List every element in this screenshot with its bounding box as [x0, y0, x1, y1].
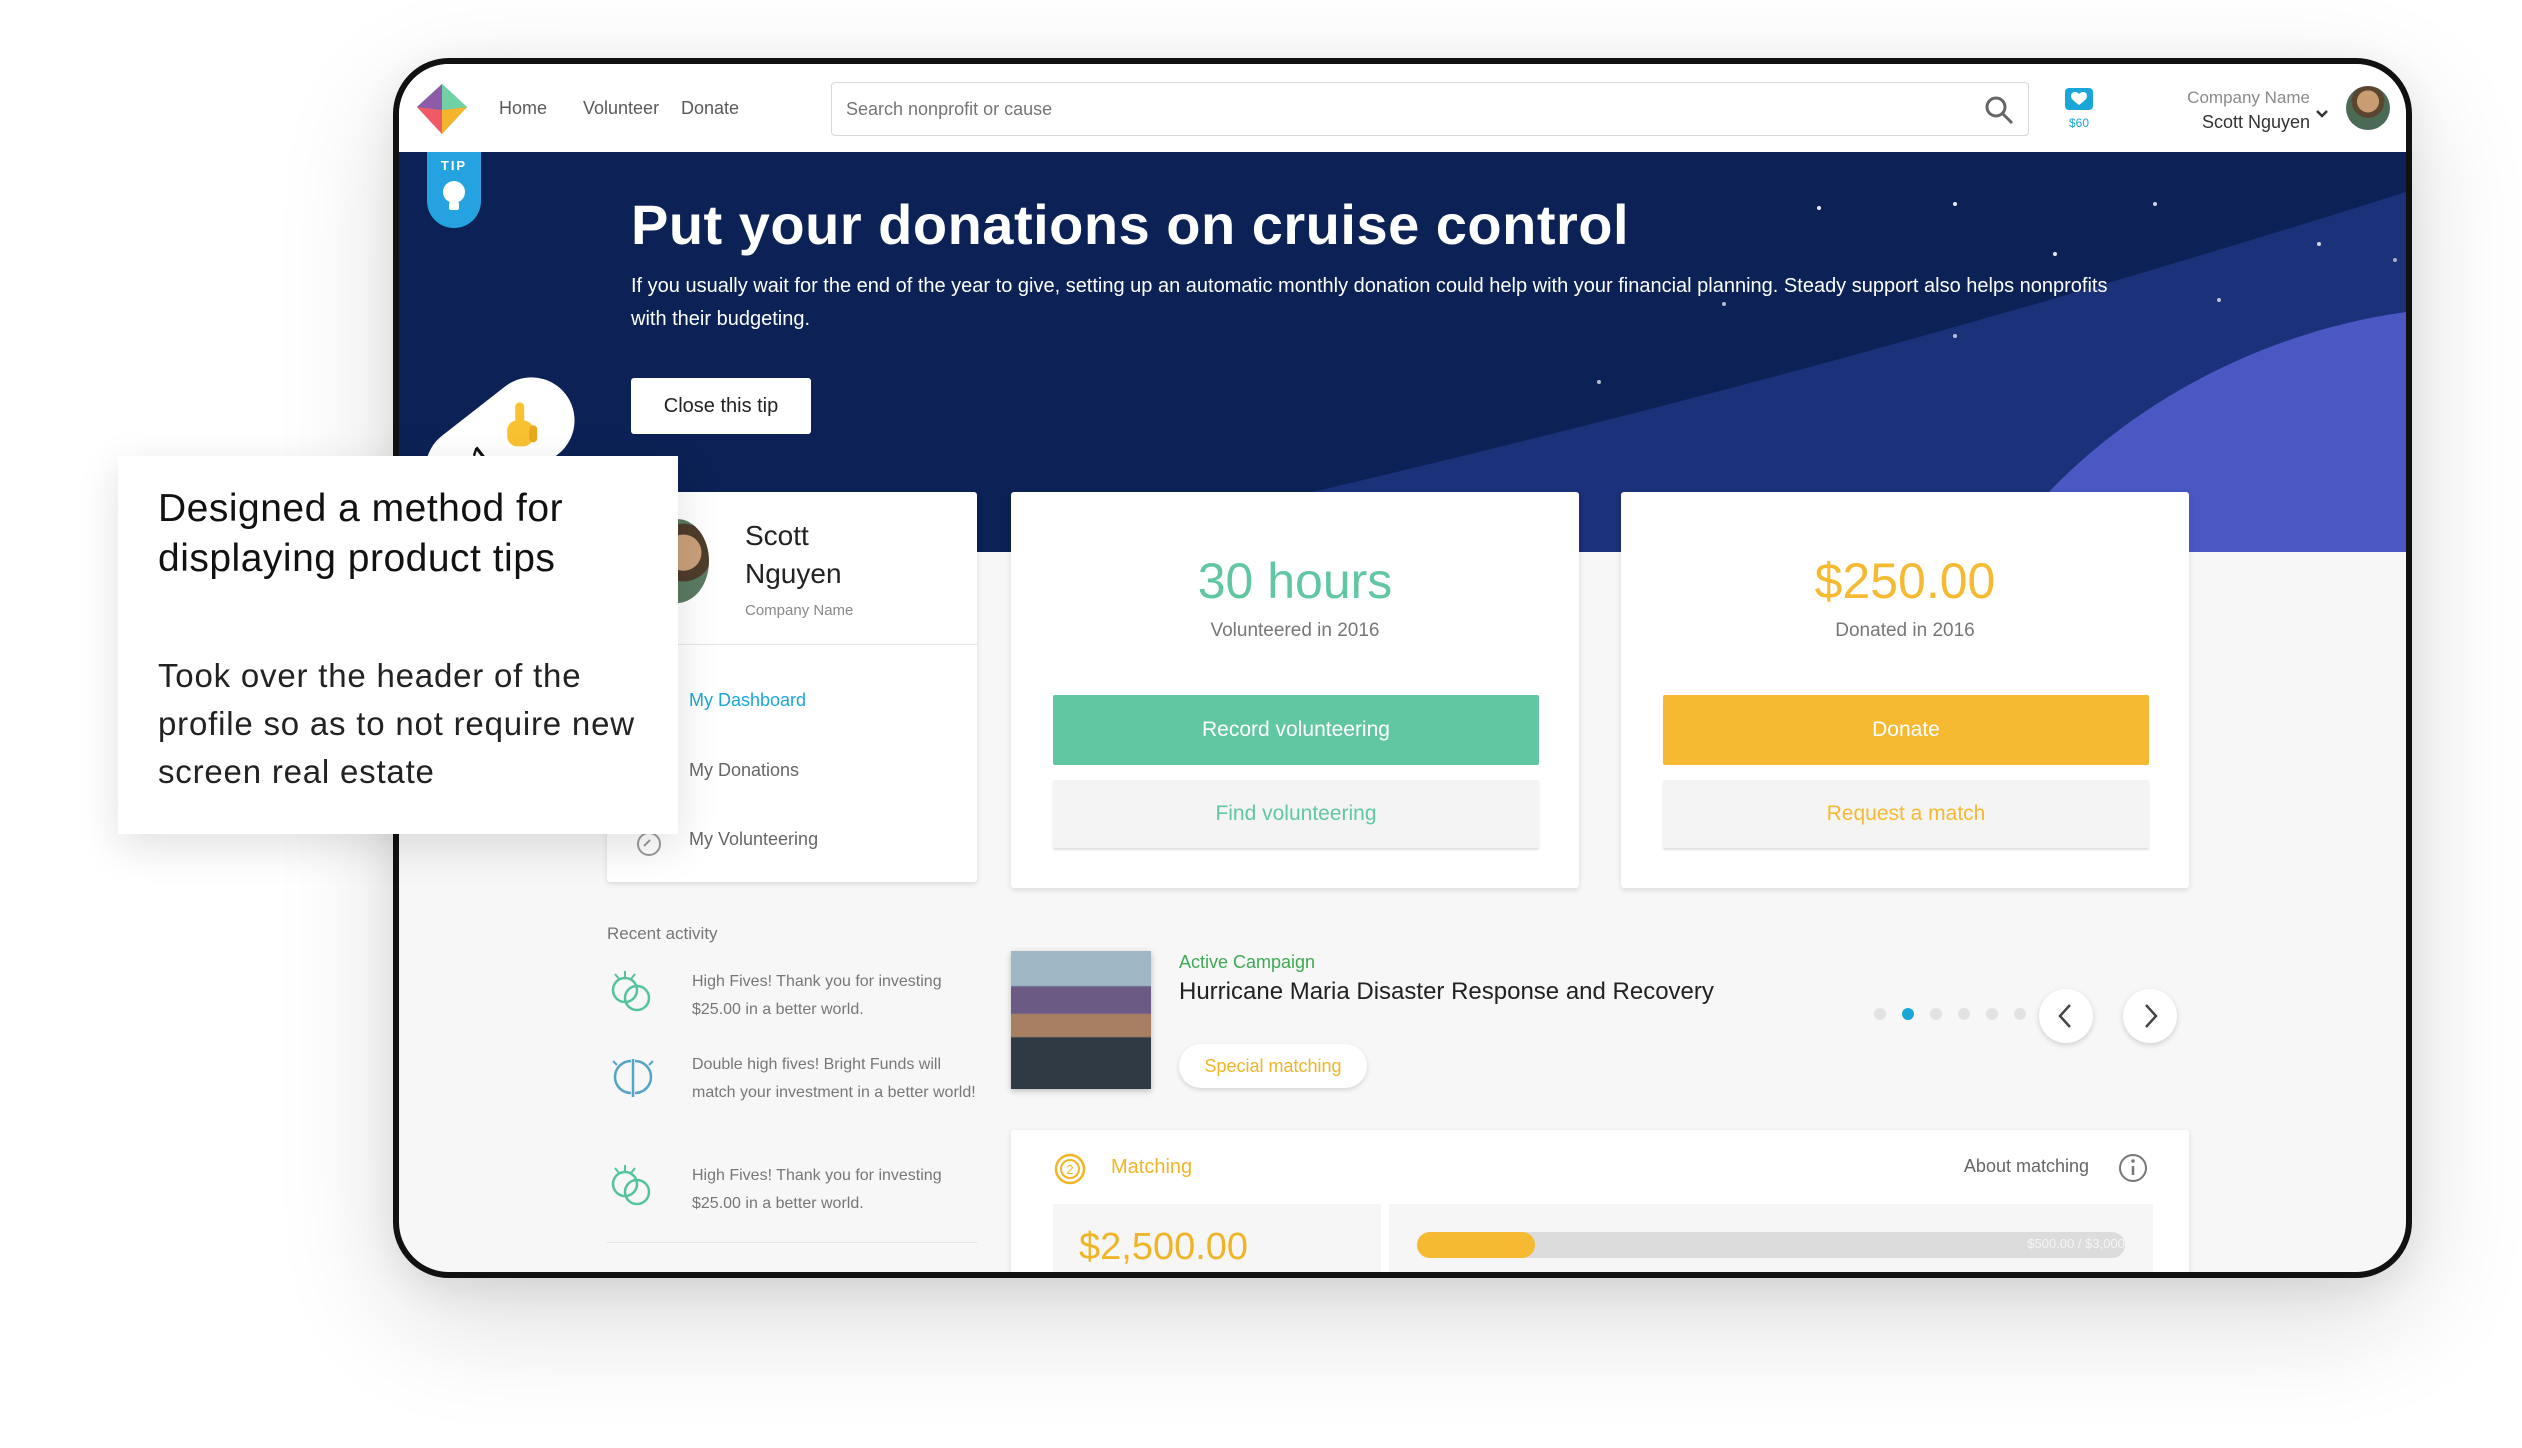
activity-text: Double high fives! Bright Funds will mat…: [692, 1056, 976, 1101]
tip-body: If you usually wait for the end of the y…: [631, 275, 2108, 330]
matching-progress-fill: [1417, 1232, 1536, 1258]
carousel-next-button[interactable]: [2123, 989, 2177, 1043]
request-match-button[interactable]: Request a match: [1663, 780, 2149, 848]
campaign-label: Active Campaign: [1179, 952, 1316, 972]
wallet-balance[interactable]: $60: [2061, 86, 2097, 136]
recent-divider: [607, 1242, 977, 1243]
matching-card: 2 Matching About matching $2,500.00 $500…: [1011, 1130, 2189, 1272]
find-volunteering-button[interactable]: Find volunteering: [1053, 780, 1539, 848]
svg-text:2: 2: [1066, 1162, 1073, 1177]
carousel-dot[interactable]: [1930, 1008, 1942, 1020]
activity-text: High Fives! Thank you for investing $25.…: [692, 973, 942, 1018]
nav-volunteer-link[interactable]: Volunteer: [583, 98, 659, 119]
chevron-left-icon: [2058, 1004, 2071, 1028]
special-matching-button[interactable]: Special matching: [1179, 1044, 1367, 1088]
donation-amount: $250.00: [1814, 553, 1996, 609]
record-volunteering-button[interactable]: Record volunteering: [1053, 695, 1539, 765]
tip-badge: TIP: [427, 152, 481, 228]
chevron-right-icon: [2145, 1004, 2158, 1028]
activity-item: High Fives! Thank you for investing $25.…: [607, 1162, 987, 1222]
logo-icon[interactable]: [415, 82, 469, 136]
nav-home-link[interactable]: Home: [499, 98, 547, 119]
donation-subtitle: Donated in 2016: [1835, 620, 1975, 641]
carousel-dot[interactable]: [2014, 1008, 2026, 1020]
profile-first-name: Scott: [745, 520, 809, 551]
carousel-dots: [1874, 1008, 2044, 1022]
pointing-hand-icon: [507, 402, 538, 447]
recent-activity-title: Recent activity: [607, 924, 718, 943]
close-tip-button[interactable]: Close this tip: [631, 378, 811, 434]
matching-progress-bar: [1417, 1232, 2125, 1258]
menu-my-donations[interactable]: My Donations: [689, 760, 799, 781]
volunteering-icon: [637, 832, 661, 856]
wallet-amount: $60: [2068, 116, 2090, 130]
donate-button[interactable]: Donate: [1663, 695, 2149, 765]
avatar[interactable]: [2346, 86, 2390, 130]
carousel-dot-active[interactable]: [1902, 1008, 1914, 1020]
lightbulb-icon: [443, 181, 465, 210]
volunteer-subtitle: Volunteered in 2016: [1210, 620, 1380, 641]
tip-title: Put your donations on cruise control: [631, 193, 1630, 256]
about-matching-link[interactable]: About matching: [1964, 1156, 2089, 1177]
chevron-down-icon[interactable]: [2314, 106, 2330, 122]
tip-label: TIP: [440, 158, 468, 173]
double-high-five-icon: [612, 1059, 654, 1097]
matching-progress-text: $500.00 / $3,000.00: [2027, 1236, 2143, 1251]
annotation-callout: Designed a method for displaying product…: [118, 456, 678, 834]
activity-item: High Fives! Thank you for investing $25.…: [607, 968, 987, 1028]
menu-my-dashboard[interactable]: My Dashboard: [689, 690, 806, 711]
carousel-dot[interactable]: [1958, 1008, 1970, 1020]
volunteer-stat-card: 30 hours Volunteered in 2016 Record volu…: [1011, 492, 1579, 888]
activity-text: High Fives! Thank you for investing $25.…: [692, 1167, 942, 1212]
carousel-dot[interactable]: [1874, 1008, 1886, 1020]
annotation-body: Took over the header of the profile so a…: [158, 657, 635, 790]
campaign-title[interactable]: Hurricane Maria Disaster Response and Re…: [1179, 978, 1714, 1006]
info-icon[interactable]: [2117, 1152, 2149, 1184]
search-input[interactable]: [844, 83, 1968, 135]
search-icon[interactable]: [1984, 95, 2014, 125]
search-box[interactable]: [831, 82, 2029, 136]
matching-amount: $2,500.00: [1079, 1226, 1249, 1268]
activity-item: Double high fives! Bright Funds will mat…: [607, 1051, 987, 1141]
heart-wallet-icon: [2065, 88, 2093, 110]
annotation-title: Designed a method for displaying product…: [158, 487, 564, 580]
nav-donate-link[interactable]: Donate: [681, 98, 739, 119]
header-company-name: Company Name: [2187, 88, 2310, 107]
donation-stat-card: $250.00 Donated in 2016 Donate Request a…: [1621, 492, 2189, 888]
volunteer-hours: 30 hours: [1197, 553, 1393, 609]
high-five-icon: [611, 971, 651, 1012]
campaign-image[interactable]: [1011, 951, 1151, 1089]
top-navigation: Home Volunteer Donate $60 Company Name S…: [399, 64, 2406, 153]
profile-last-name: Nguyen: [745, 558, 842, 589]
device-frame: Home Volunteer Donate $60 Company Name S…: [393, 58, 2412, 1278]
matching-label: Matching: [1111, 1156, 1193, 1178]
menu-my-volunteering[interactable]: My Volunteering: [689, 829, 818, 850]
carousel-previous-button[interactable]: [2039, 989, 2093, 1043]
profile-company-name: Company Name: [745, 602, 854, 619]
matching-icon: 2: [1054, 1153, 1086, 1185]
carousel-dot[interactable]: [1986, 1008, 1998, 1020]
high-five-icon: [611, 1165, 651, 1206]
header-user-name[interactable]: Scott Nguyen: [2202, 112, 2310, 133]
